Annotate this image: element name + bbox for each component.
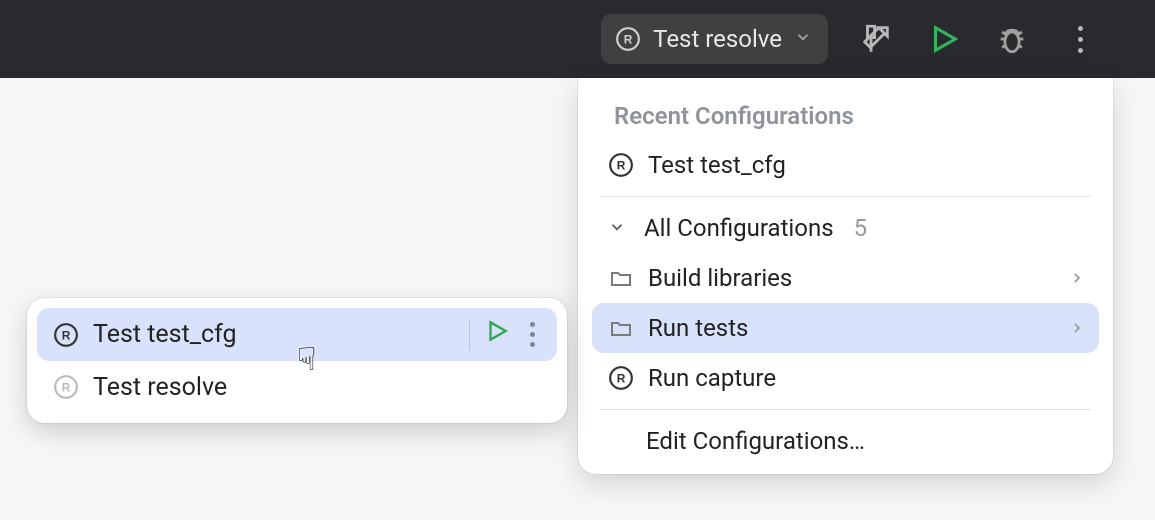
chevron-down-icon <box>608 214 626 242</box>
quick-list-item-label: Test resolve <box>93 373 227 402</box>
config-item-run-tests[interactable]: Run tests <box>592 303 1099 353</box>
chevron-down-icon <box>794 28 812 50</box>
svg-text:R: R <box>624 32 633 46</box>
config-item-label: Test test_cfg <box>648 151 786 179</box>
config-item-build-libraries[interactable]: Build libraries <box>578 253 1113 303</box>
run-config-selector[interactable]: R Test resolve <box>601 14 828 64</box>
config-item-label: Build libraries <box>648 264 792 292</box>
all-configs-label: All Configurations <box>644 214 834 242</box>
run-config-dropdown: Recent Configurations R Test test_cfg Al… <box>578 78 1113 474</box>
rust-icon: R <box>608 365 634 391</box>
debug-button[interactable] <box>992 19 1032 59</box>
separator <box>600 409 1091 410</box>
rust-icon: R <box>53 322 79 348</box>
recent-config-item[interactable]: R Test test_cfg <box>578 140 1113 190</box>
run-icon[interactable] <box>484 318 510 351</box>
svg-text:R: R <box>62 380 71 394</box>
config-item-label: Run tests <box>648 314 748 342</box>
quick-list-item-label: Test test_cfg <box>93 320 237 349</box>
edit-configurations-label: Edit Configurations… <box>646 427 865 455</box>
svg-text:R: R <box>617 158 626 172</box>
config-item-label: Run capture <box>648 364 776 392</box>
main-toolbar: R Test resolve <box>0 0 1155 78</box>
all-configs-header[interactable]: All Configurations 5 <box>578 203 1113 253</box>
kebab-icon <box>1078 26 1083 53</box>
edit-configurations-item[interactable]: Edit Configurations… <box>578 416 1113 466</box>
folder-icon <box>608 315 634 341</box>
run-config-label: Test resolve <box>653 25 782 53</box>
config-quick-list: R Test test_cfg R Test resolve <box>27 298 567 423</box>
rust-icon: R <box>608 152 634 178</box>
all-configs-count: 5 <box>854 214 868 242</box>
separator <box>600 196 1091 197</box>
quick-list-item[interactable]: R Test resolve <box>37 361 557 413</box>
folder-icon <box>608 265 634 291</box>
build-button[interactable] <box>856 19 896 59</box>
run-button[interactable] <box>924 19 964 59</box>
more-actions-button[interactable] <box>1060 19 1100 59</box>
recent-configs-heading: Recent Configurations <box>578 96 1113 140</box>
quick-list-item[interactable]: R Test test_cfg <box>37 308 557 361</box>
rust-icon: R <box>53 374 79 400</box>
chevron-right-icon <box>1069 314 1085 342</box>
svg-text:R: R <box>617 371 626 385</box>
separator <box>469 320 470 350</box>
config-item-run-capture[interactable]: R Run capture <box>578 353 1113 403</box>
rust-icon: R <box>615 26 641 52</box>
chevron-right-icon <box>1069 264 1085 292</box>
svg-text:R: R <box>62 328 71 342</box>
more-icon[interactable] <box>524 322 541 347</box>
